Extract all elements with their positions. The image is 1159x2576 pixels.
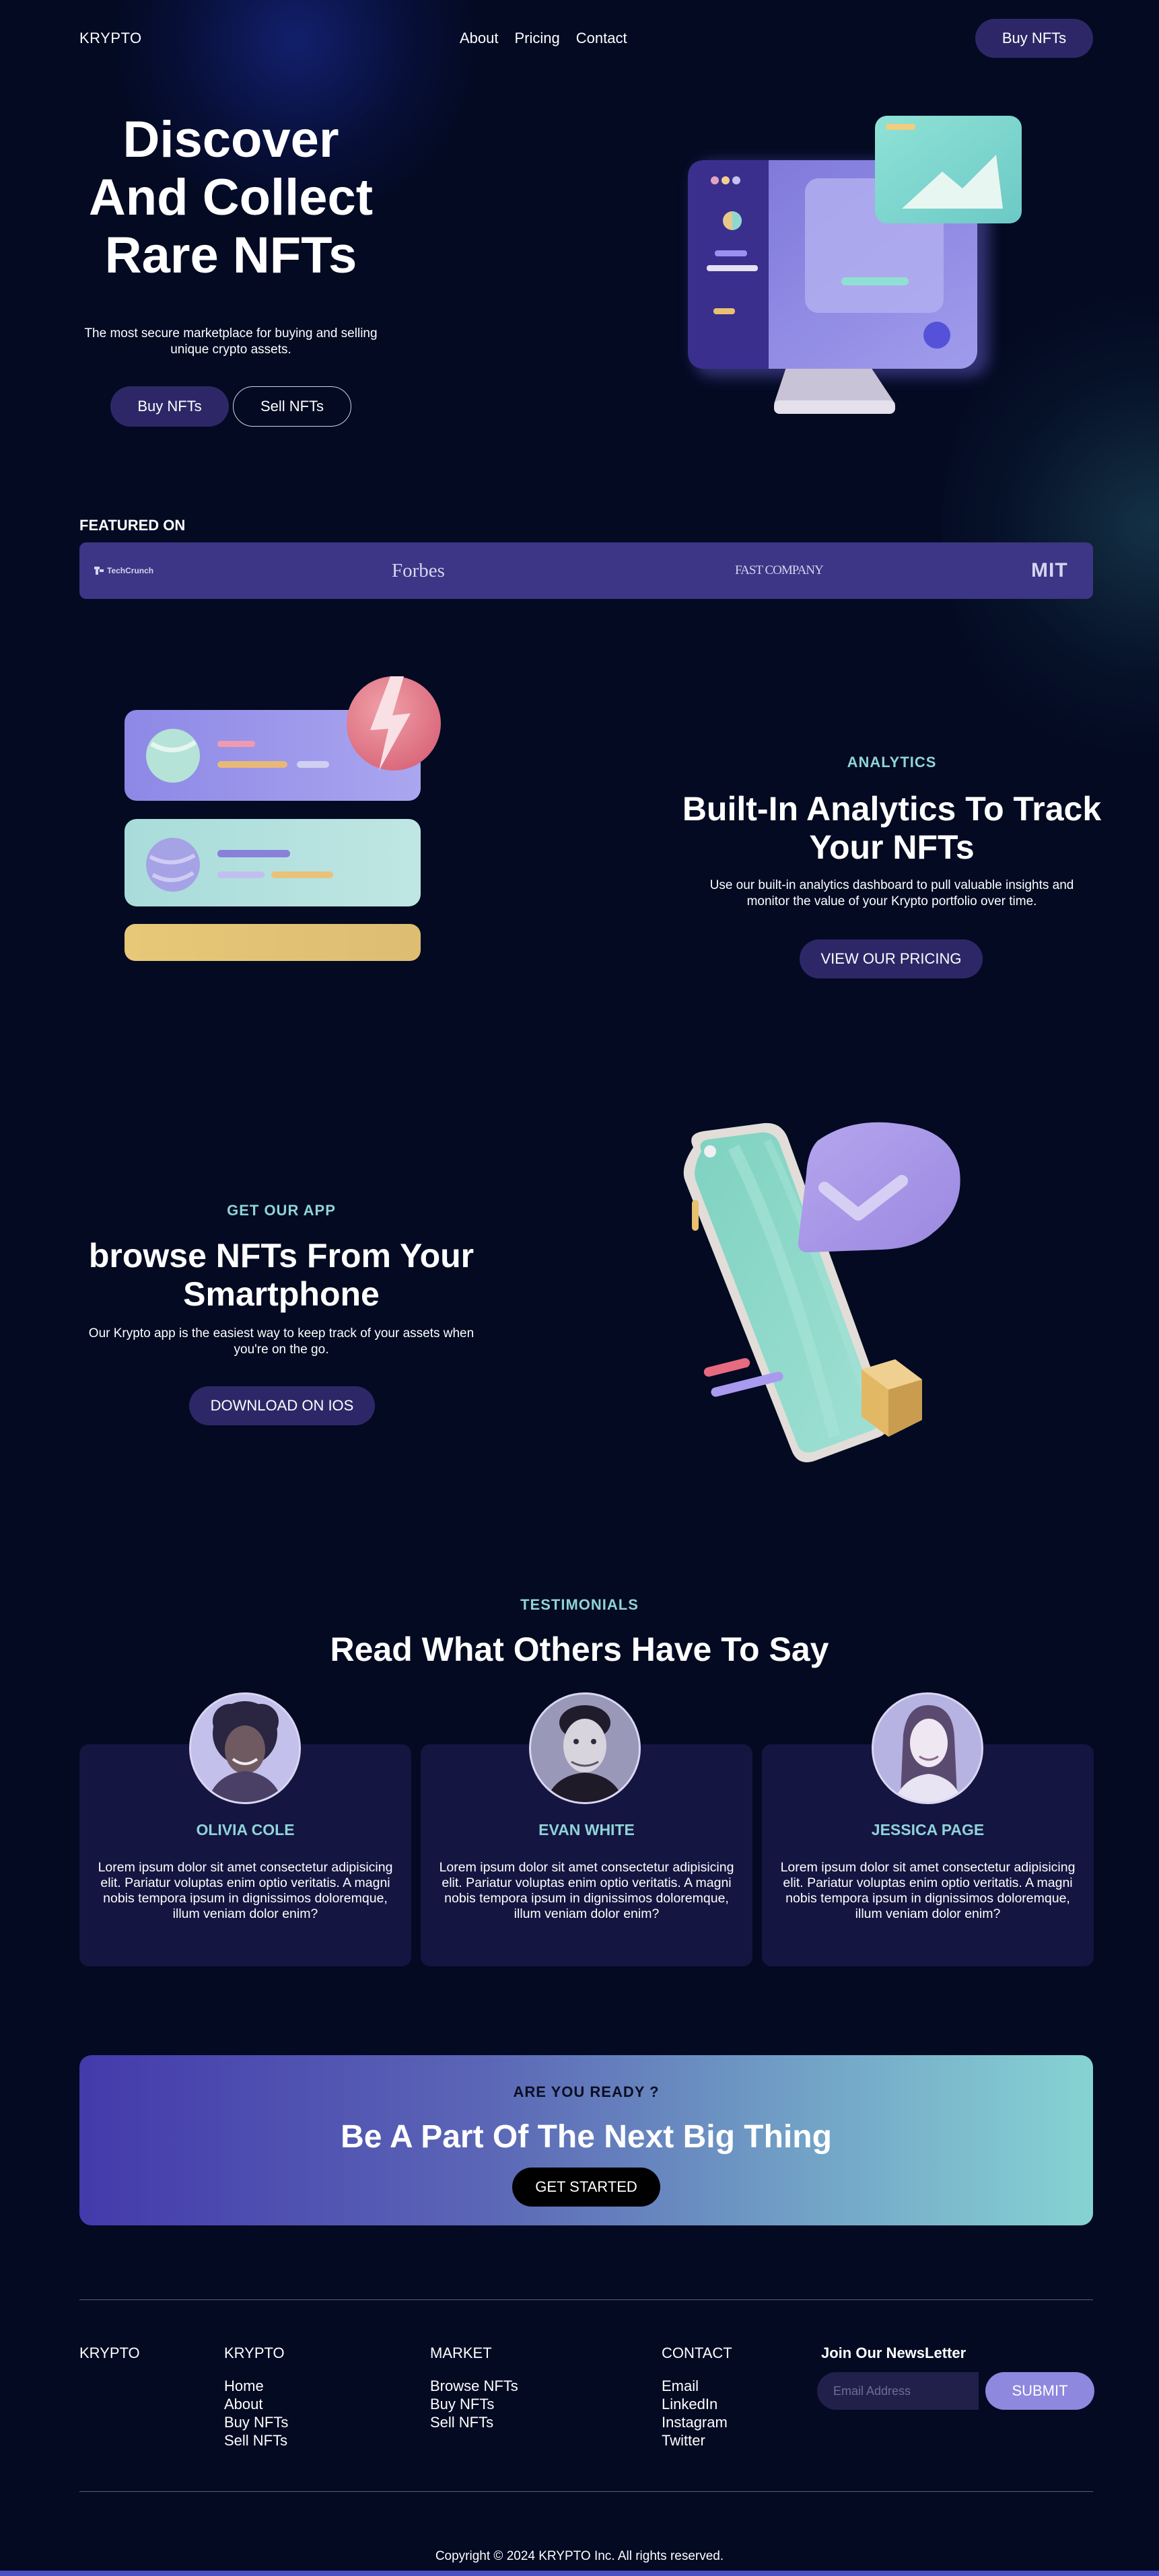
- nav-link-pricing[interactable]: Pricing: [515, 30, 560, 47]
- person-photo-icon: [874, 1694, 981, 1802]
- testimonial-quote: Lorem ipsum dolor sit amet consectetur a…: [98, 1860, 393, 1921]
- avatar-evan: [529, 1692, 641, 1804]
- person-photo-icon: [531, 1694, 639, 1802]
- newsletter-submit-button[interactable]: SUBMIT: [985, 2372, 1094, 2410]
- site-logo[interactable]: KRYPTO: [79, 30, 142, 47]
- footer-divider-top: [79, 2299, 1093, 2300]
- footer-heading: MARKET: [430, 2345, 492, 2361]
- footer-link-twitter[interactable]: Twitter: [662, 2431, 732, 2449]
- analytics-title: Built-In Analytics To Track Your NFTs: [682, 790, 1102, 866]
- hero-subtitle: The most secure marketplace for buying a…: [84, 326, 378, 357]
- footer-link-sell-nfts[interactable]: Sell NFTs: [430, 2413, 518, 2431]
- testimonials-title: Read What Others Have To Say: [330, 1631, 829, 1668]
- main-nav: About Pricing Contact: [460, 30, 627, 47]
- newsletter-title: Join Our NewsLetter: [821, 2345, 967, 2361]
- testimonial-quote: Lorem ipsum dolor sit amet consectetur a…: [780, 1860, 1076, 1921]
- view-pricing-button[interactable]: VIEW OUR PRICING: [800, 939, 983, 978]
- smartphone-illustration: [683, 1122, 960, 1462]
- footer-column-market: MARKET Browse NFTs Buy NFTs Sell NFTs: [430, 2345, 518, 2431]
- analytics-cards-illustration: [125, 676, 441, 961]
- copyright-text: Copyright © 2024 KRYPTO Inc. All rights …: [435, 2549, 724, 2563]
- footer-link-browse-nfts[interactable]: Browse NFTs: [430, 2377, 518, 2395]
- techcrunch-logo: TechCrunch: [94, 542, 153, 599]
- footer-heading: CONTACT: [662, 2345, 732, 2361]
- footer-link-linkedin[interactable]: LinkedIn: [662, 2395, 732, 2413]
- cta-title: Be A Part Of The Next Big Thing: [341, 2119, 832, 2155]
- footer-link-sell-nfts[interactable]: Sell NFTs: [224, 2431, 288, 2449]
- testimonial-name: EVAN WHITE: [538, 1821, 635, 1838]
- bottom-accent-strip: [0, 2571, 1159, 2576]
- testimonial-quote: Lorem ipsum dolor sit amet consectetur a…: [439, 1860, 734, 1921]
- avatar-olivia: [189, 1692, 301, 1804]
- app-title: browse NFTs From Your Smartphone: [88, 1237, 475, 1313]
- footer-logo[interactable]: KRYPTO: [79, 2345, 140, 2362]
- techcrunch-icon: [94, 567, 104, 575]
- avatar-jessica: [872, 1692, 983, 1804]
- footer-link-instagram[interactable]: Instagram: [662, 2413, 732, 2431]
- fast-company-logo: FAST COMPANY: [735, 563, 824, 577]
- footer-link-home[interactable]: Home: [224, 2377, 288, 2395]
- footer-link-buy-nfts[interactable]: Buy NFTs: [430, 2395, 518, 2413]
- footer-link-email[interactable]: Email: [662, 2377, 732, 2395]
- featured-on-label: FEATURED ON: [79, 517, 186, 534]
- sell-nfts-button[interactable]: Sell NFTs: [233, 386, 351, 427]
- testimonial-name: JESSICA PAGE: [871, 1821, 985, 1838]
- newsletter-email-input[interactable]: [817, 2372, 979, 2410]
- featured-logos-bar: TechCrunch Forbes FAST COMPANY MIT: [79, 542, 1093, 599]
- footer-link-buy-nfts[interactable]: Buy NFTs: [224, 2413, 288, 2431]
- forbes-logo: Forbes: [392, 559, 445, 581]
- hero-title: Discover And Collect Rare NFTs: [88, 111, 374, 284]
- download-ios-button[interactable]: DOWNLOAD ON IOS: [189, 1386, 375, 1425]
- footer-column-krypto: KRYPTO Home About Buy NFTs Sell NFTs: [224, 2345, 288, 2449]
- analytics-subtitle: Use our built-in analytics dashboard to …: [709, 878, 1074, 908]
- cta-banner: ARE YOU READY ? Be A Part Of The Next Bi…: [79, 2055, 1093, 2225]
- get-started-button[interactable]: GET STARTED: [512, 2168, 660, 2207]
- footer-heading: KRYPTO: [224, 2345, 285, 2361]
- nav-link-about[interactable]: About: [460, 30, 499, 47]
- nav-link-contact[interactable]: Contact: [576, 30, 627, 47]
- footer-divider-bottom: [79, 2491, 1093, 2492]
- app-subtitle: Our Krypto app is the easiest way to kee…: [88, 1326, 475, 1357]
- analytics-label: ANALYTICS: [847, 754, 937, 771]
- cta-label: ARE YOU READY ?: [513, 2083, 660, 2100]
- get-app-label: GET OUR APP: [227, 1202, 336, 1219]
- testimonial-name: OLIVIA COLE: [196, 1821, 295, 1838]
- footer-column-contact: CONTACT Email LinkedIn Instagram Twitter: [662, 2345, 732, 2449]
- footer-link-about[interactable]: About: [224, 2395, 288, 2413]
- person-photo-icon: [191, 1694, 299, 1802]
- mit-logo: MIT: [1031, 559, 1068, 581]
- testimonials-label: TESTIMONIALS: [520, 1596, 639, 1613]
- monitor-illustration: [688, 116, 1022, 414]
- buy-nfts-nav-button[interactable]: Buy NFTs: [975, 19, 1093, 58]
- buy-nfts-button[interactable]: Buy NFTs: [110, 386, 229, 427]
